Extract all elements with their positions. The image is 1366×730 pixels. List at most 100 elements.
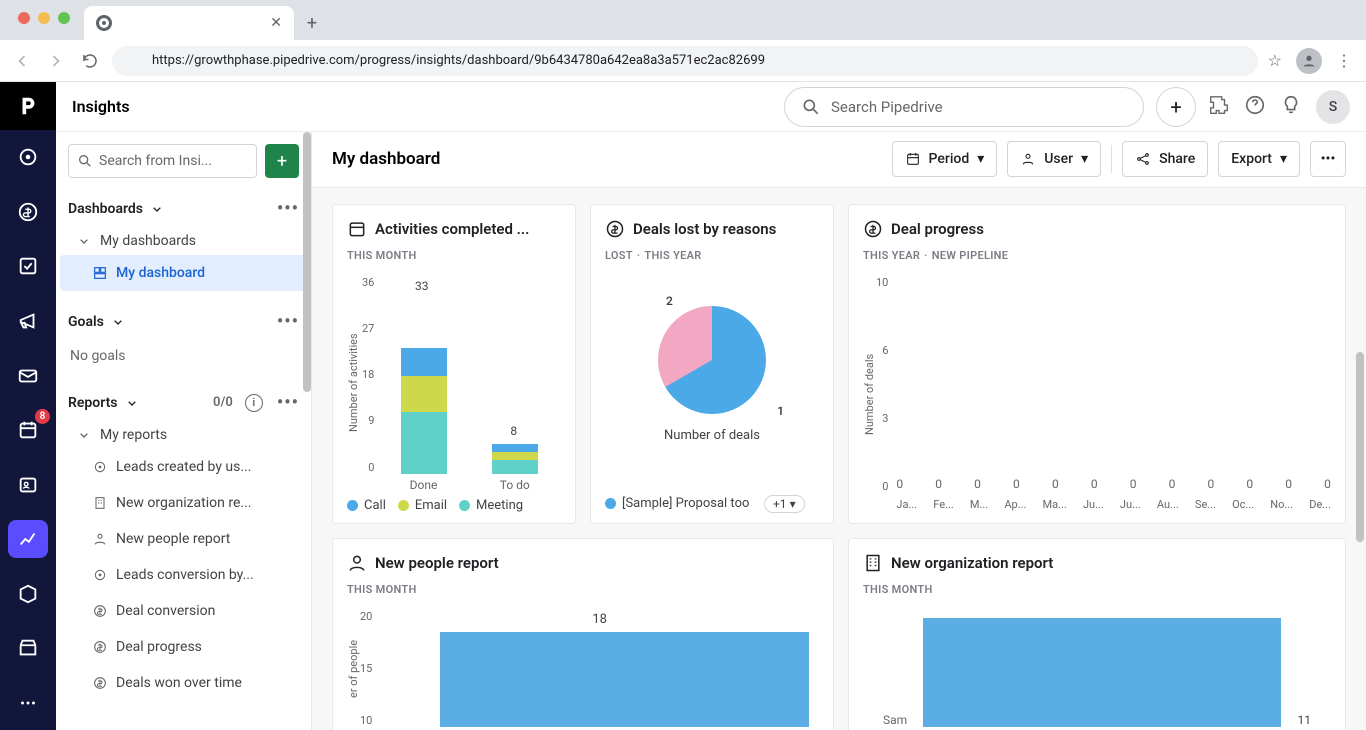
help-icon[interactable] xyxy=(1244,94,1266,120)
caret-down-icon: ▾ xyxy=(1280,151,1287,167)
report-item[interactable]: Deals won over time xyxy=(56,665,311,701)
tree-item-my-dashboard[interactable]: My dashboard xyxy=(60,255,307,291)
x-axis-label: Number of deals xyxy=(664,428,760,443)
y-axis-ticks: 201510 xyxy=(360,610,380,727)
x-category-label: Sam xyxy=(883,713,907,727)
dollar-icon xyxy=(92,639,108,655)
user-filter-button[interactable]: User▾ xyxy=(1007,141,1101,177)
bar xyxy=(923,618,1281,727)
add-button[interactable]: + xyxy=(1156,87,1196,127)
chrome-profile-icon[interactable] xyxy=(1296,48,1322,74)
report-item[interactable]: New organization re... xyxy=(56,485,311,521)
page-title: Insights xyxy=(72,97,130,116)
panel-scrollbar[interactable] xyxy=(303,132,311,392)
report-item[interactable]: Leads created by us... xyxy=(56,449,311,485)
new-tab-button[interactable]: + xyxy=(298,9,326,37)
share-button[interactable]: Share xyxy=(1122,141,1208,177)
caret-down-icon: ▾ xyxy=(1081,151,1088,167)
tips-icon[interactable] xyxy=(1280,94,1302,120)
card-deals-lost[interactable]: Deals lost by reasons LOST·THIS YEAR 2 1… xyxy=(590,204,834,524)
extensions-icon[interactable] xyxy=(1208,94,1230,120)
address-bar[interactable]: https://growthphase.pipedrive.com/progre… xyxy=(112,46,1258,76)
nav-projects[interactable] xyxy=(8,247,48,286)
section-dashboards[interactable]: Dashboards ••• xyxy=(56,190,311,227)
legend-more-button[interactable]: +1▾ xyxy=(764,495,805,513)
period-filter-button[interactable]: Period▾ xyxy=(892,141,998,177)
tab-favicon-icon xyxy=(96,15,112,31)
nav-insights[interactable] xyxy=(8,520,48,559)
chevron-down-icon xyxy=(149,201,165,217)
section-reports[interactable]: Reports 0/0 i ••• xyxy=(56,384,311,421)
card-new-organization[interactable]: New organization report THIS MONTH Sam 1… xyxy=(848,538,1346,730)
divider xyxy=(1111,145,1112,173)
nav-marketplace[interactable] xyxy=(8,629,48,668)
dashboard-title: My dashboard xyxy=(332,149,440,169)
person-icon xyxy=(92,531,108,547)
close-tab-icon[interactable]: ✕ xyxy=(270,15,282,31)
section-more-icon[interactable]: ••• xyxy=(277,392,299,413)
global-search[interactable]: Search Pipedrive xyxy=(784,87,1144,127)
chart-legend: Call Email Meeting xyxy=(347,498,561,513)
nav-campaigns[interactable] xyxy=(8,302,48,341)
insights-panel: Search from Insi... + Dashboards ••• My … xyxy=(56,132,312,730)
report-item[interactable]: Leads conversion by... xyxy=(56,557,311,593)
bar-value: 11 xyxy=(1298,713,1312,727)
dashboard-icon xyxy=(92,265,108,281)
section-more-icon[interactable]: ••• xyxy=(277,198,299,219)
reload-icon[interactable] xyxy=(78,49,102,73)
nav-contacts[interactable] xyxy=(8,465,48,504)
card-deal-progress[interactable]: Deal progress THIS YEAR·NEW PIPELINE Num… xyxy=(848,204,1346,524)
caret-down-icon: ▾ xyxy=(977,151,984,167)
report-item[interactable]: Deal progress xyxy=(56,629,311,665)
calendar-icon xyxy=(905,151,921,167)
export-button[interactable]: Export▾ xyxy=(1218,141,1300,177)
card-new-people[interactable]: New people report THIS MONTH er of peopl… xyxy=(332,538,834,730)
main-area: My dashboard Period▾ User▾ Share Export▾… xyxy=(312,132,1366,730)
global-search-placeholder: Search Pipedrive xyxy=(831,98,943,116)
panel-add-button[interactable]: + xyxy=(265,144,299,178)
report-item[interactable]: Deal conversion xyxy=(56,593,311,629)
y-axis-ticks: 10630 xyxy=(876,276,896,513)
tree-my-dashboards[interactable]: My dashboards xyxy=(56,227,311,255)
dots-icon: ••• xyxy=(1321,151,1336,167)
minimize-window-icon[interactable] xyxy=(38,12,50,24)
chrome-menu-icon[interactable]: ⋮ xyxy=(1336,51,1352,70)
card-activities[interactable]: Activities completed ... THIS MONTH Numb… xyxy=(332,204,576,524)
chevron-down-icon xyxy=(124,395,140,411)
nav-mail[interactable] xyxy=(8,356,48,395)
building-icon xyxy=(92,495,108,511)
section-goals[interactable]: Goals ••• xyxy=(56,303,311,340)
window-controls xyxy=(12,0,80,24)
x-axis-labels: Ja...Fe...M...Ap...Ma...Ju...Ju...Au...S… xyxy=(896,498,1331,511)
y-axis-label: er of people xyxy=(347,610,360,727)
swatch-icon xyxy=(605,498,616,509)
section-more-icon[interactable]: ••• xyxy=(277,311,299,332)
nav-rail: 8 xyxy=(0,82,56,730)
tree-my-reports[interactable]: My reports xyxy=(56,421,311,449)
report-item[interactable]: New people report xyxy=(56,521,311,557)
more-actions-button[interactable]: ••• xyxy=(1310,141,1346,177)
swatch-icon xyxy=(347,500,358,511)
app-logo[interactable] xyxy=(0,82,56,130)
close-window-icon[interactable] xyxy=(18,12,30,24)
forward-icon[interactable] xyxy=(44,49,68,73)
info-icon[interactable]: i xyxy=(245,394,263,412)
nav-activities[interactable]: 8 xyxy=(8,411,48,450)
swatch-icon xyxy=(398,500,409,511)
bookmark-star-icon[interactable]: ☆ xyxy=(1268,51,1282,70)
chart-legend: [Sample] Proposal too h +1▾ xyxy=(605,495,819,513)
maximize-window-icon[interactable] xyxy=(58,12,70,24)
panel-search-input[interactable]: Search from Insi... xyxy=(68,144,257,178)
nav-deals[interactable] xyxy=(8,193,48,232)
caret-down-icon: ▾ xyxy=(790,497,796,511)
nav-leads[interactable] xyxy=(8,138,48,177)
back-icon[interactable] xyxy=(10,49,34,73)
calendar-icon xyxy=(347,219,367,239)
y-axis-label: Number of activities xyxy=(347,276,360,490)
nav-products[interactable] xyxy=(8,574,48,613)
nav-more[interactable] xyxy=(8,683,48,722)
browser-tab[interactable]: ✕ xyxy=(84,6,294,40)
y-axis-ticks: 36271890 xyxy=(360,276,378,490)
user-avatar[interactable]: S xyxy=(1316,90,1350,124)
main-scrollbar[interactable] xyxy=(1356,352,1364,542)
